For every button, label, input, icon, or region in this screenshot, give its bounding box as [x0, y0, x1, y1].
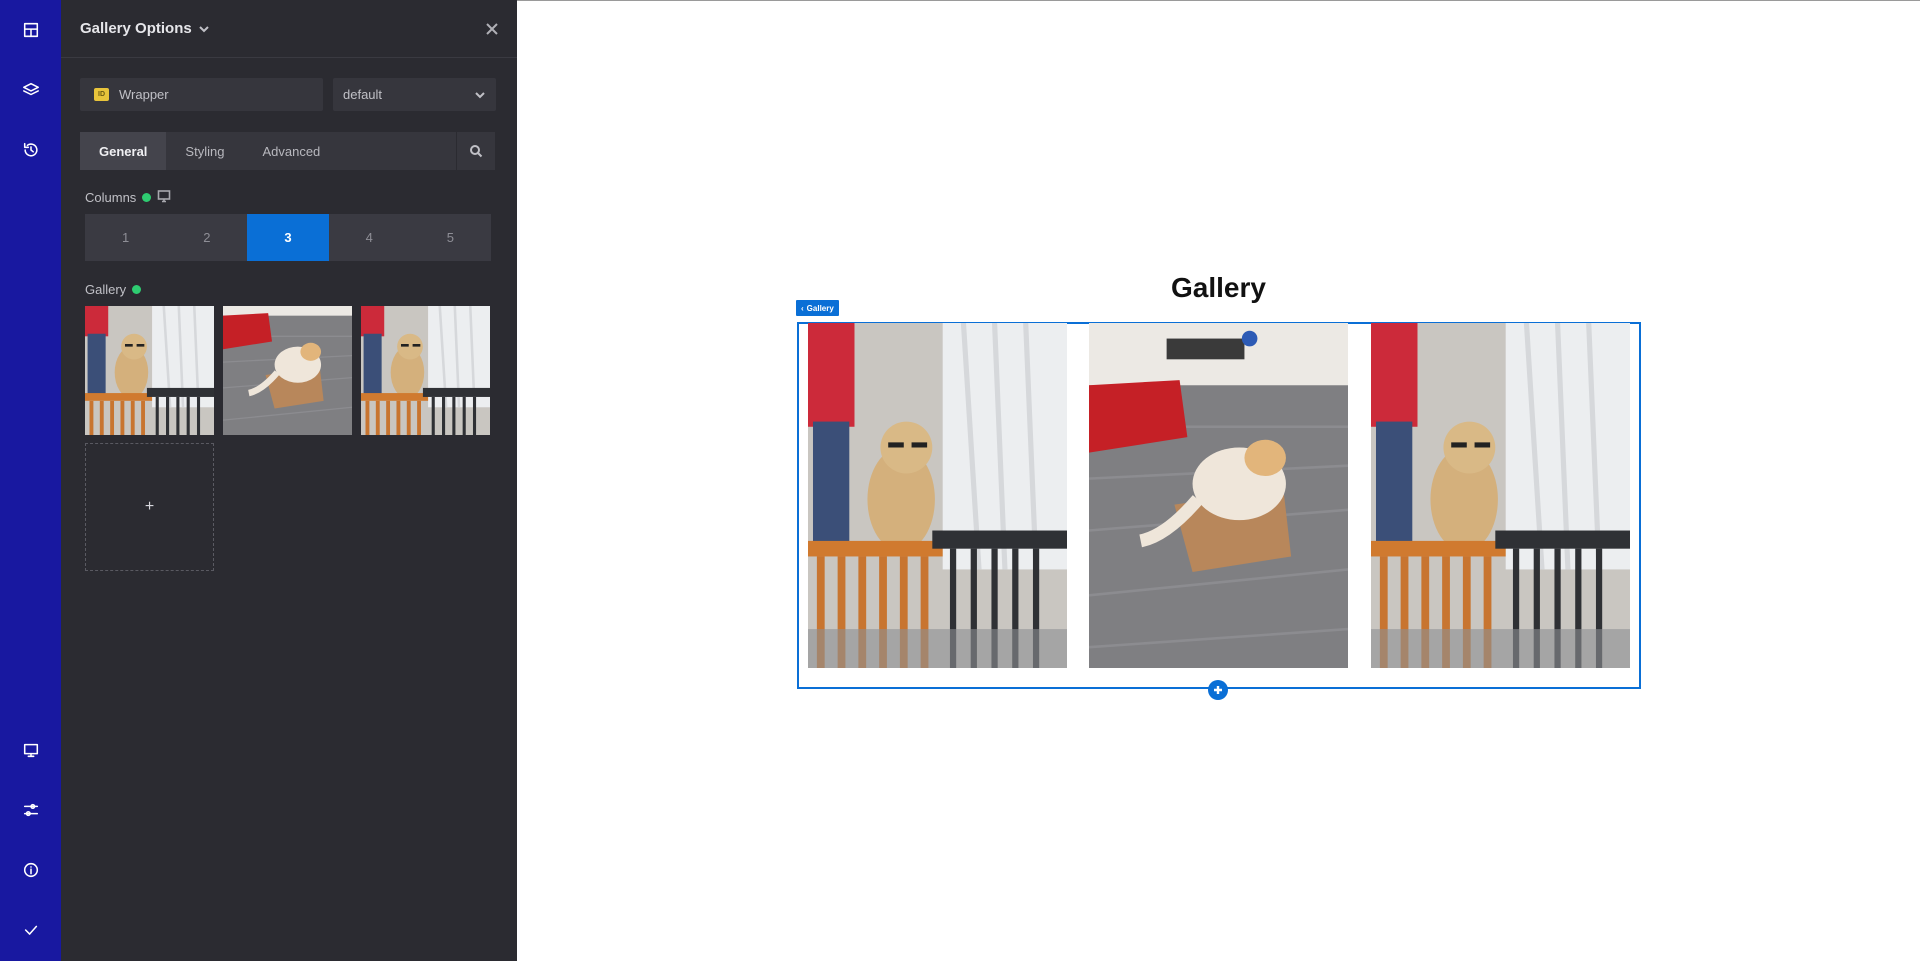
state-value: default: [343, 87, 383, 102]
history-icon[interactable]: [0, 128, 61, 172]
selector-row: ID Wrapper default: [80, 78, 496, 111]
status-dot: [132, 285, 142, 294]
gallery-image[interactable]: [1371, 323, 1630, 668]
gallery-label-row: Gallery: [85, 282, 142, 297]
desktop-icon[interactable]: [0, 728, 61, 772]
sliders-icon[interactable]: [0, 788, 61, 832]
gallery-thumbnail[interactable]: [85, 306, 214, 435]
search-icon[interactable]: [457, 132, 495, 170]
info-icon[interactable]: [0, 848, 61, 892]
column-option-4[interactable]: 4: [329, 214, 410, 261]
icon-rail: [0, 0, 61, 961]
layers-icon[interactable]: [0, 68, 61, 112]
check-icon[interactable]: [0, 908, 61, 952]
selector-name: Wrapper: [119, 87, 169, 102]
plus-icon: [1214, 686, 1222, 694]
panel-header: Gallery Options: [61, 0, 517, 58]
gallery-image[interactable]: [808, 323, 1067, 668]
panel-title: Gallery Options: [80, 20, 192, 37]
gallery-thumbnail[interactable]: [223, 306, 352, 435]
gallery-thumbnail[interactable]: [361, 306, 490, 435]
tab-advanced[interactable]: Advanced: [243, 132, 339, 170]
columns-label-row: Columns: [85, 189, 171, 206]
columns-selector: 1 2 3 4 5: [85, 214, 491, 261]
gallery-tag-label: Gallery: [806, 303, 834, 313]
tab-styling[interactable]: Styling: [166, 132, 243, 170]
chevron-down-icon: [198, 25, 209, 32]
status-dot: [142, 193, 152, 202]
layout-icon[interactable]: [0, 8, 61, 52]
panel-title-dropdown[interactable]: Gallery Options: [80, 20, 210, 37]
panel-tabs: General Styling Advanced: [80, 132, 456, 170]
chevron-down-icon: [475, 91, 485, 98]
tab-general[interactable]: General: [80, 132, 167, 170]
columns-label: Columns: [85, 190, 137, 205]
gallery-element-tag[interactable]: ‹ Gallery: [796, 300, 839, 316]
column-option-2[interactable]: 2: [166, 214, 247, 261]
gallery-heading[interactable]: Gallery: [1171, 272, 1266, 304]
element-selector[interactable]: ID Wrapper: [80, 78, 323, 111]
options-panel: Gallery Options ID Wrapper default Gener…: [61, 0, 517, 961]
column-option-5[interactable]: 5: [410, 214, 491, 261]
column-option-1[interactable]: 1: [85, 214, 166, 261]
gallery-image[interactable]: [1089, 323, 1348, 668]
gallery-label: Gallery: [85, 282, 127, 297]
chevron-left-icon: ‹: [801, 303, 804, 313]
column-option-3[interactable]: 3: [247, 214, 329, 261]
id-badge: ID: [94, 88, 109, 101]
add-element-button[interactable]: [1208, 680, 1228, 700]
state-select[interactable]: default: [333, 78, 496, 111]
close-icon[interactable]: [481, 18, 503, 40]
desktop-icon[interactable]: [157, 189, 171, 206]
add-image-button[interactable]: +: [85, 443, 214, 571]
